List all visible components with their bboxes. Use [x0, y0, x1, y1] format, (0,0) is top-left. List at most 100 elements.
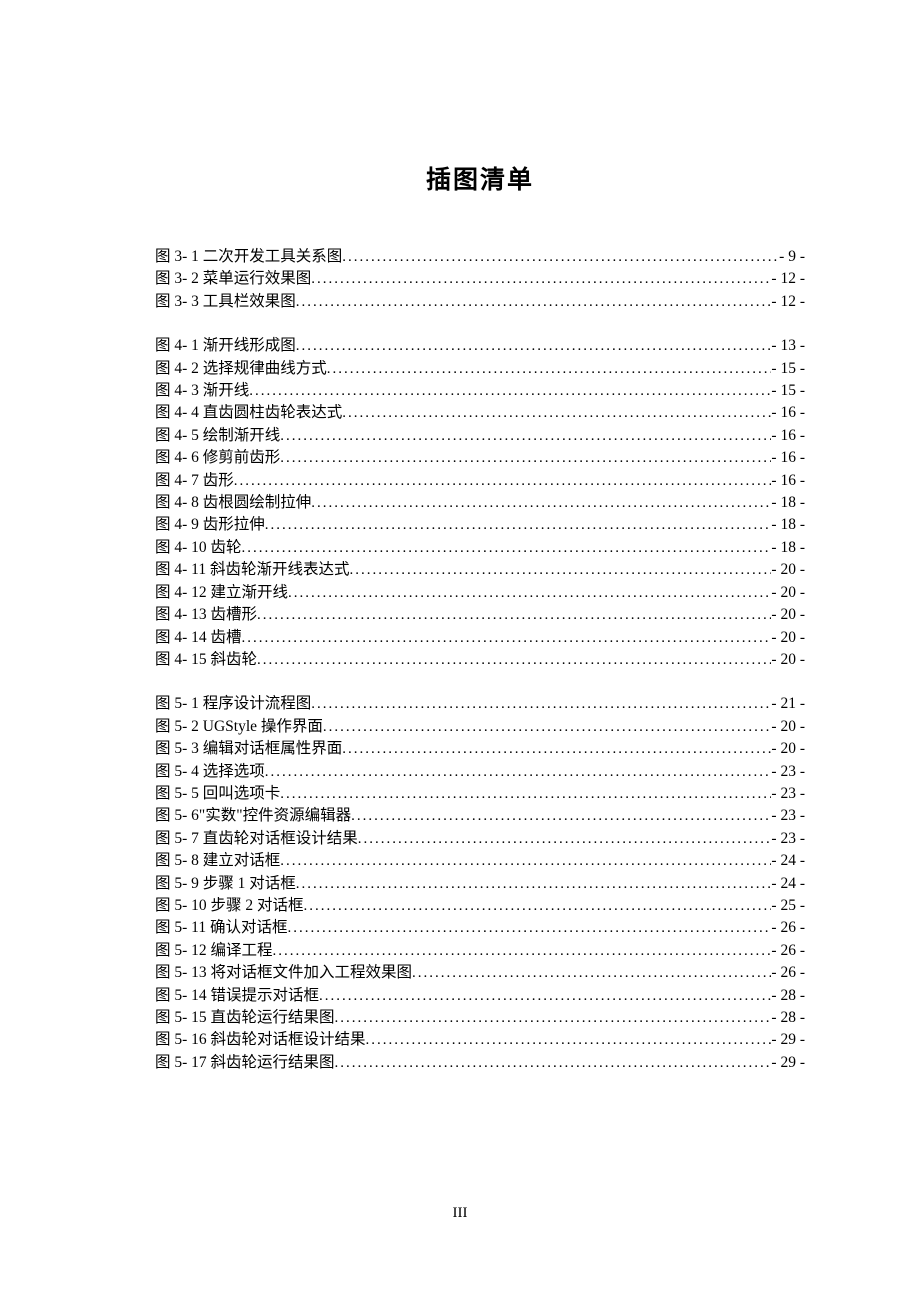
toc-entry-label: 图 5- 4 选择选项: [155, 761, 265, 783]
toc-line: 图 5- 17 斜齿轮运行结果图 - 29 -: [155, 1052, 805, 1074]
toc-leader-dots: [273, 940, 772, 962]
toc-line: 图 5- 2 UGStyle 操作界面- 20 -: [155, 716, 805, 738]
toc-leader-dots: [412, 962, 771, 984]
toc-leader-dots: [327, 358, 772, 380]
toc-leader-dots: [249, 380, 771, 402]
toc-entry-label: 图 5- 3 编辑对话框属性界面: [155, 738, 342, 760]
toc-leader-dots: [304, 895, 772, 917]
toc-leader-dots: [296, 873, 772, 895]
toc-leader-dots: [296, 291, 772, 313]
toc-leader-dots: [358, 828, 772, 850]
toc-line: 图 5- 13 将对话框文件加入工程效果图 - 26 -: [155, 962, 805, 984]
toc-line: 图 5- 3 编辑对话框属性界面- 20 -: [155, 738, 805, 760]
toc-line: 图 4- 10 齿轮- 18 -: [155, 537, 805, 559]
toc-leader-dots: [319, 985, 771, 1007]
toc-line: 图 4- 4 直齿圆柱齿轮表达式- 16 -: [155, 402, 805, 424]
toc-entry-page: - 25 -: [771, 895, 805, 917]
toc-leader-dots: [280, 783, 771, 805]
page-number: III: [0, 1205, 920, 1222]
toc-entry-page: - 12 -: [771, 291, 805, 313]
toc-line: 图 5- 1 程序设计流程图 - 21 -: [155, 693, 805, 715]
toc-entry-page: - 12 -: [771, 268, 805, 290]
toc-group: 图 5- 1 程序设计流程图 - 21 -图 5- 2 UGStyle 操作界面-…: [155, 693, 805, 1074]
toc-leader-dots: [342, 402, 771, 424]
toc-line: 图 4- 15 斜齿轮- 20 -: [155, 649, 805, 671]
toc-entry-label: 图 5- 13 将对话框文件加入工程效果图: [155, 962, 412, 984]
toc-entry-label: 图 5- 7 直齿轮对话框设计结果: [155, 828, 358, 850]
toc-entry-page: - 23 -: [771, 828, 805, 850]
toc-entry-page: - 16 -: [771, 470, 805, 492]
toc-leader-dots: [335, 1007, 772, 1029]
toc-leader-dots: [280, 850, 771, 872]
toc-entry-page: - 26 -: [771, 917, 805, 939]
toc-line: 图 5- 15 直齿轮运行结果图- 28 -: [155, 1007, 805, 1029]
toc-line: 图 4- 3 渐开线 - 15 -: [155, 380, 805, 402]
toc-entry-label: 图 3- 1 二次开发工具关系图: [155, 246, 342, 268]
toc-leader-dots: [242, 537, 772, 559]
toc-line: 图 5- 16 斜齿轮对话框设计结果- 29 -: [155, 1029, 805, 1051]
toc-entry-label: 图 5- 17 斜齿轮运行结果图: [155, 1052, 335, 1074]
toc-leader-dots: [351, 805, 771, 827]
toc-line: 图 5- 11 确认对话框- 26 -: [155, 917, 805, 939]
toc-leader-dots: [280, 425, 771, 447]
toc-entry-label: 图 5- 9 步骤 1 对话框: [155, 873, 296, 895]
toc-leader-dots: [311, 268, 771, 290]
toc-entry-page: - 29 -: [771, 1052, 805, 1074]
toc-line: 图 4- 2 选择规律曲线方式- 15 -: [155, 358, 805, 380]
toc-entry-page: - 9 -: [779, 246, 805, 268]
toc-entry-page: - 18 -: [771, 537, 805, 559]
toc-entry-label: 图 5- 15 直齿轮运行结果图: [155, 1007, 335, 1029]
toc-line: 图 5- 8 建立对话框- 24 -: [155, 850, 805, 872]
toc-leader-dots: [335, 1052, 772, 1074]
toc-leader-dots: [265, 514, 772, 536]
toc-line: 图 5- 7 直齿轮对话框设计结果 - 23 -: [155, 828, 805, 850]
toc-entry-page: - 18 -: [771, 514, 805, 536]
toc-entry-page: - 23 -: [771, 761, 805, 783]
toc-entry-label: 图 4- 4 直齿圆柱齿轮表达式: [155, 402, 342, 424]
toc-line: 图 5- 9 步骤 1 对话框 - 24 -: [155, 873, 805, 895]
toc-entry-page: - 15 -: [771, 380, 805, 402]
toc-entry-page: - 18 -: [771, 492, 805, 514]
toc-leader-dots: [311, 693, 771, 715]
toc-leader-dots: [323, 716, 772, 738]
toc-line: 图 3- 3 工具栏效果图 - 12 -: [155, 291, 805, 313]
toc-line: 图 5- 12 编译工程- 26 -: [155, 940, 805, 962]
toc-entry-page: - 29 -: [771, 1029, 805, 1051]
toc-entry-label: 图 4- 11 斜齿轮渐开线表达式: [155, 559, 349, 581]
toc-entry-label: 图 3- 2 菜单运行效果图: [155, 268, 311, 290]
toc-entry-label: 图 4- 14 齿槽: [155, 627, 242, 649]
toc-entry-label: 图 4- 6 修剪前齿形: [155, 447, 280, 469]
toc-entry-label: 图 4- 1 渐开线形成图: [155, 335, 296, 357]
toc-leader-dots: [366, 1029, 772, 1051]
toc-entry-label: 图 4- 3 渐开线: [155, 380, 249, 402]
toc-entry-page: - 24 -: [771, 873, 805, 895]
toc-line: 图 3- 2 菜单运行效果图 - 12 -: [155, 268, 805, 290]
toc-leader-dots: [287, 917, 771, 939]
toc-entry-label: 图 5- 1 程序设计流程图: [155, 693, 311, 715]
toc-leader-dots: [257, 649, 771, 671]
toc-entry-label: 图 4- 12 建立渐开线: [155, 582, 288, 604]
toc-entry-label: 图 4- 5 绘制渐开线: [155, 425, 280, 447]
toc-entry-page: - 16 -: [771, 425, 805, 447]
toc-line: 图 5- 14 错误提示对话框- 28 -: [155, 985, 805, 1007]
toc-entry-label: 图 5- 10 步骤 2 对话框: [155, 895, 304, 917]
toc-entry-page: - 23 -: [771, 783, 805, 805]
toc-entry-label: 图 5- 12 编译工程: [155, 940, 273, 962]
toc-entry-page: - 13 -: [771, 335, 805, 357]
toc-entry-page: - 16 -: [771, 447, 805, 469]
toc-entry-label: 图 5- 8 建立对话框: [155, 850, 280, 872]
toc-leader-dots: [349, 559, 771, 581]
toc-leader-dots: [311, 492, 771, 514]
toc-line: 图 4- 5 绘制渐开线 - 16 -: [155, 425, 805, 447]
toc-leader-dots: [242, 627, 772, 649]
toc-entry-label: 图 4- 2 选择规律曲线方式: [155, 358, 327, 380]
toc-entry-page: - 20 -: [771, 649, 805, 671]
toc-leader-dots: [265, 761, 772, 783]
toc-entry-label: 图 3- 3 工具栏效果图: [155, 291, 296, 313]
toc-entry-page: - 26 -: [771, 962, 805, 984]
page-container: 插图清单 图 3- 1 二次开发工具关系图- 9 -图 3- 2 菜单运行效果图…: [0, 0, 920, 1302]
toc-entry-page: - 20 -: [771, 627, 805, 649]
toc-entry-page: - 20 -: [771, 716, 805, 738]
toc-line: 图 5- 5 回叫选项卡- 23 -: [155, 783, 805, 805]
toc-entry-page: - 21 -: [771, 693, 805, 715]
